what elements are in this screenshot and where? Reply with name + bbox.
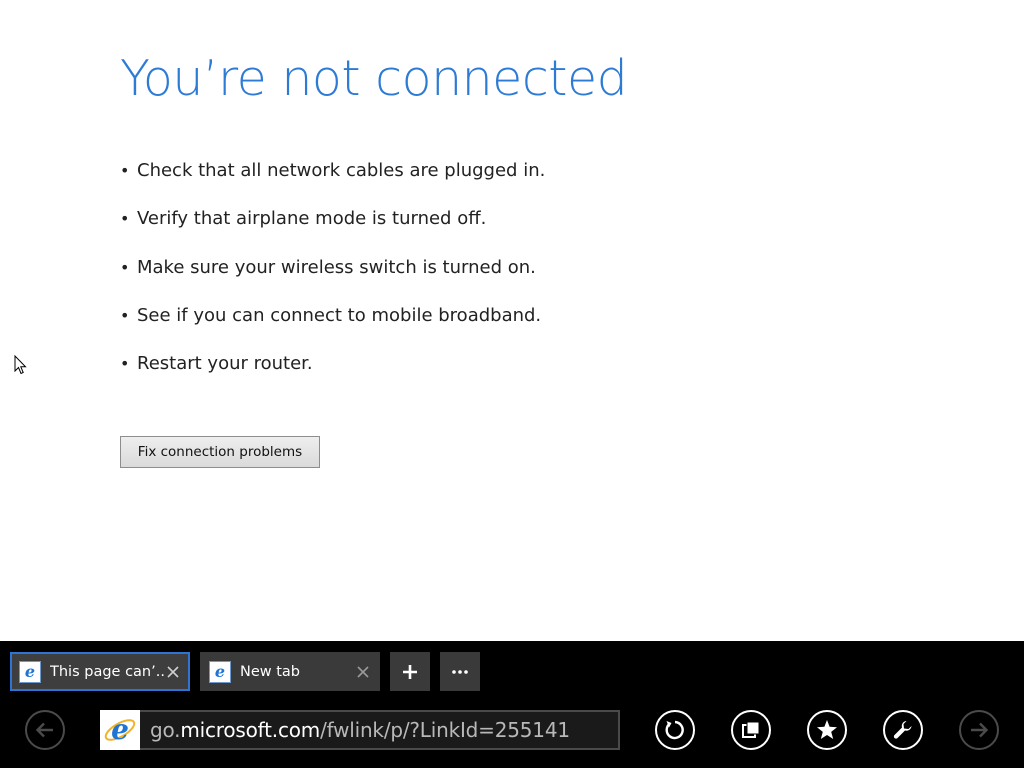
- tip-text: Restart your router.: [137, 353, 313, 375]
- tab-title: This page can’...: [50, 663, 164, 680]
- bullet: •: [120, 161, 130, 180]
- tip-text: Check that all network cables are plugge…: [137, 160, 546, 181]
- tab-current-page[interactable]: e This page can’...: [10, 652, 190, 691]
- pin-site-button[interactable]: [731, 710, 771, 750]
- ie-favicon-icon: e: [19, 660, 41, 683]
- ie-favicon-icon: e: [209, 660, 231, 683]
- close-tab-icon[interactable]: [354, 663, 372, 681]
- browser-app-bar: e This page can’... e New tab e go.micro…: [0, 641, 1024, 768]
- bullet: •: [120, 305, 130, 325]
- plus-icon: [403, 664, 417, 679]
- ie-logo-icon: e: [100, 710, 140, 750]
- list-item: • Make sure your wireless switch is turne…: [120, 257, 920, 305]
- pin-icon: [742, 721, 760, 738]
- forward-arrow-icon: [971, 722, 989, 738]
- list-item: • Check that all network cables are plugg…: [120, 160, 920, 208]
- tip-text: Make sure your wireless switch is turned…: [137, 256, 536, 278]
- new-tab-button[interactable]: [390, 652, 430, 691]
- mouse-pointer-icon: [14, 355, 27, 375]
- back-button[interactable]: [25, 710, 65, 750]
- list-item: • Verify that airplane mode is turned off…: [120, 208, 920, 256]
- browser-window: You’re not connected • Check that all net…: [0, 0, 1024, 768]
- url-text[interactable]: go.microsoft.com/fwlink/p/?LinkId=255141: [140, 718, 570, 742]
- troubleshooting-list: • Check that all network cables are plugg…: [120, 160, 920, 401]
- tip-text: Verify that airplane mode is turned off.: [137, 208, 487, 230]
- back-arrow-icon: [35, 722, 53, 738]
- tip-text: See if you can connect to mobile broadba…: [137, 304, 542, 326]
- bullet: •: [120, 354, 130, 374]
- error-content: You’re not connected • Check that all net…: [120, 48, 920, 401]
- forward-button[interactable]: [959, 710, 999, 750]
- tab-tools-button[interactable]: [440, 652, 480, 691]
- wrench-icon: [893, 721, 912, 739]
- page-title: You’re not connected: [120, 50, 628, 107]
- tab-new-tab[interactable]: e New tab: [200, 652, 380, 691]
- tab-title: New tab: [240, 663, 301, 680]
- fix-connection-button[interactable]: Fix connection problems: [120, 436, 320, 468]
- refresh-icon: [665, 720, 684, 740]
- address-bar[interactable]: e go.microsoft.com/fwlink/p/?LinkId=2551…: [100, 710, 620, 750]
- svg-text:e: e: [111, 713, 129, 746]
- list-item: • See if you can connect to mobile broadb…: [120, 305, 920, 353]
- list-item: • Restart your router.: [120, 353, 920, 401]
- favorites-button[interactable]: [807, 710, 847, 750]
- page-tools-button[interactable]: [883, 710, 923, 750]
- more-icon: [452, 669, 468, 674]
- bullet: •: [120, 257, 130, 277]
- bullet: •: [120, 209, 130, 229]
- refresh-button[interactable]: [655, 710, 695, 750]
- star-icon: [817, 720, 837, 739]
- close-tab-icon[interactable]: [164, 663, 182, 681]
